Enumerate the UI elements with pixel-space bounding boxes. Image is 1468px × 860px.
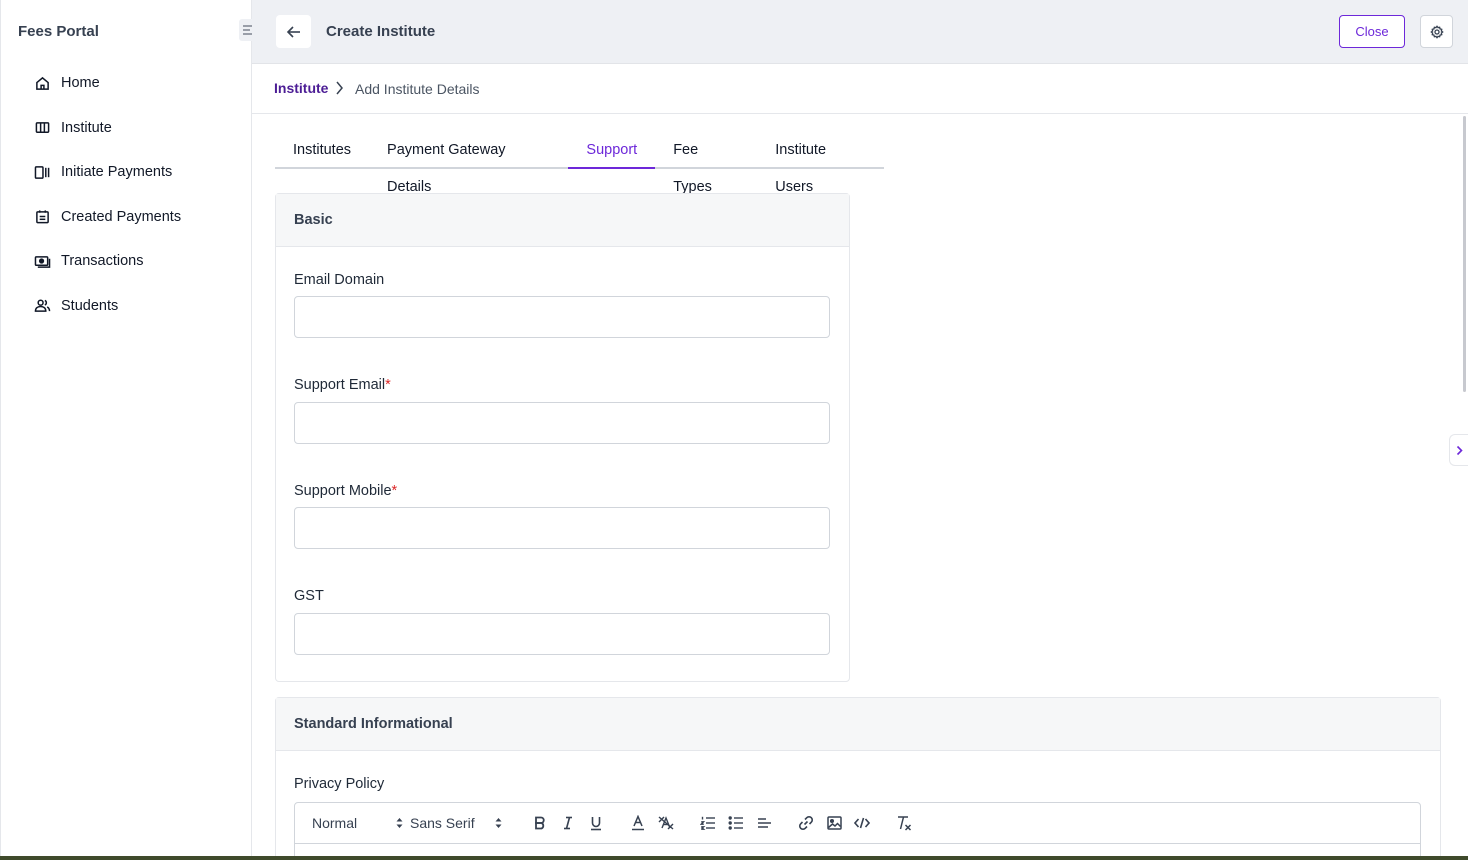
sidebar-item-students[interactable]: Students bbox=[33, 295, 181, 317]
support-email-label-text: Support Email bbox=[294, 377, 386, 393]
link-button[interactable] bbox=[794, 811, 818, 835]
support-email-input[interactable] bbox=[294, 402, 830, 444]
italic-icon bbox=[564, 816, 572, 830]
sidebar: Fees Portal Home Institute Initiate Paym… bbox=[0, 0, 252, 856]
sidebar-item-label: Initiate Payments bbox=[61, 164, 173, 181]
support-email-label: Support Email* bbox=[294, 377, 391, 393]
tab-payment-gateway-details[interactable]: Payment Gateway Details bbox=[369, 132, 568, 195]
tab-bar: Institutes Payment Gateway Details Suppo… bbox=[275, 132, 884, 195]
breadcrumb-current: Add Institute Details bbox=[355, 81, 480, 97]
clear-format-button[interactable] bbox=[892, 811, 916, 835]
select-arrows-icon bbox=[396, 818, 403, 828]
gst-input[interactable] bbox=[294, 613, 830, 655]
support-mobile-input[interactable] bbox=[294, 507, 830, 549]
text-color-button[interactable] bbox=[626, 811, 650, 835]
bold-icon bbox=[535, 816, 545, 830]
desktop-background-strip bbox=[0, 856, 1468, 860]
page-title: Create Institute bbox=[326, 23, 436, 40]
sidebar-item-home[interactable]: Home bbox=[33, 72, 181, 94]
close-button[interactable]: Close bbox=[1339, 15, 1405, 48]
editor-toolbar: Normal Sans Serif bbox=[295, 803, 1420, 844]
link-icon bbox=[798, 815, 814, 831]
support-mobile-label-text: Support Mobile bbox=[294, 483, 392, 499]
underline-button[interactable] bbox=[584, 811, 608, 835]
required-asterisk: * bbox=[391, 483, 398, 499]
basic-card-title: Basic bbox=[276, 194, 849, 247]
sidebar-nav: Home Institute Initiate Payments Created… bbox=[33, 72, 181, 340]
standard-informational-title: Standard Informational bbox=[276, 698, 1440, 751]
email-domain-input[interactable] bbox=[294, 296, 830, 338]
ordered-list-button[interactable] bbox=[696, 811, 720, 835]
sidebar-item-initiate-payments[interactable]: Initiate Payments bbox=[33, 161, 181, 183]
sidebar-item-label: Institute bbox=[61, 119, 112, 136]
tab-institutes[interactable]: Institutes bbox=[275, 132, 369, 169]
standard-informational-card: Standard Informational Privacy Policy No… bbox=[275, 697, 1441, 860]
image-icon bbox=[826, 816, 842, 830]
breadcrumb-link-institute[interactable]: Institute bbox=[274, 80, 328, 96]
sidebar-item-transactions[interactable]: Transactions bbox=[33, 250, 181, 272]
sidebar-item-label: Transactions bbox=[61, 253, 144, 270]
sidebar-item-label: Students bbox=[61, 297, 119, 314]
cash-icon bbox=[33, 252, 51, 270]
bold-button[interactable] bbox=[528, 811, 552, 835]
gst-label: GST bbox=[294, 588, 324, 604]
italic-button[interactable] bbox=[556, 811, 580, 835]
font-family-select[interactable]: Sans Serif bbox=[410, 815, 528, 831]
text-color-icon bbox=[632, 815, 644, 831]
support-mobile-label: Support Mobile* bbox=[294, 483, 397, 499]
top-header: Create Institute Close bbox=[252, 0, 1468, 64]
home-icon bbox=[33, 74, 51, 92]
scrollbar-thumb[interactable] bbox=[1463, 116, 1466, 392]
privacy-policy-label: Privacy Policy bbox=[294, 776, 385, 792]
underline-icon bbox=[591, 816, 601, 830]
align-left-icon bbox=[757, 818, 771, 828]
brand-title: Fees Portal bbox=[18, 23, 99, 40]
bullet-list-button[interactable] bbox=[724, 811, 748, 835]
gear-icon bbox=[1429, 24, 1444, 39]
ordered-list-icon bbox=[700, 816, 715, 830]
payment-icon bbox=[33, 163, 51, 181]
tab-fee-types[interactable]: Fee Types bbox=[655, 132, 757, 195]
chevron-right-icon bbox=[334, 80, 344, 101]
chevron-right-icon bbox=[1456, 445, 1463, 455]
email-domain-label: Email Domain bbox=[294, 272, 384, 288]
breadcrumb: Institute Add Institute Details bbox=[252, 64, 1468, 114]
code-icon bbox=[854, 817, 870, 829]
basic-card: Basic Email Domain Support Email* Suppor… bbox=[275, 193, 850, 682]
sidebar-item-institute[interactable]: Institute bbox=[33, 117, 181, 139]
settings-button[interactable] bbox=[1420, 15, 1453, 48]
email-domain-label-text: Email Domain bbox=[294, 272, 385, 288]
back-button[interactable] bbox=[276, 15, 311, 48]
code-button[interactable] bbox=[850, 811, 874, 835]
header-format-select[interactable]: Normal bbox=[312, 815, 410, 831]
background-color-button[interactable] bbox=[654, 811, 678, 835]
side-panel-toggle[interactable] bbox=[1449, 434, 1468, 466]
header-format-value: Normal bbox=[312, 815, 358, 831]
clear-format-icon bbox=[898, 816, 912, 831]
users-icon bbox=[33, 297, 51, 315]
required-asterisk: * bbox=[385, 377, 391, 393]
image-button[interactable] bbox=[822, 811, 846, 835]
tab-support[interactable]: Support bbox=[568, 132, 656, 169]
sidebar-item-created-payments[interactable]: Created Payments bbox=[33, 206, 181, 228]
font-family-value: Sans Serif bbox=[410, 815, 475, 831]
sidebar-item-label: Created Payments bbox=[61, 208, 182, 225]
columns-icon bbox=[33, 119, 51, 137]
select-arrows-icon bbox=[495, 818, 502, 828]
sidebar-item-label: Home bbox=[61, 75, 100, 91]
tab-institute-users[interactable]: Institute Users bbox=[757, 132, 884, 195]
calendar-list-icon bbox=[33, 208, 51, 226]
gst-label-text: GST bbox=[294, 588, 324, 604]
highlight-icon bbox=[658, 816, 674, 830]
bullet-list-icon bbox=[728, 816, 743, 830]
arrow-left-icon bbox=[286, 25, 300, 38]
privacy-policy-editor: Normal Sans Serif bbox=[294, 802, 1421, 860]
align-button[interactable] bbox=[752, 811, 776, 835]
